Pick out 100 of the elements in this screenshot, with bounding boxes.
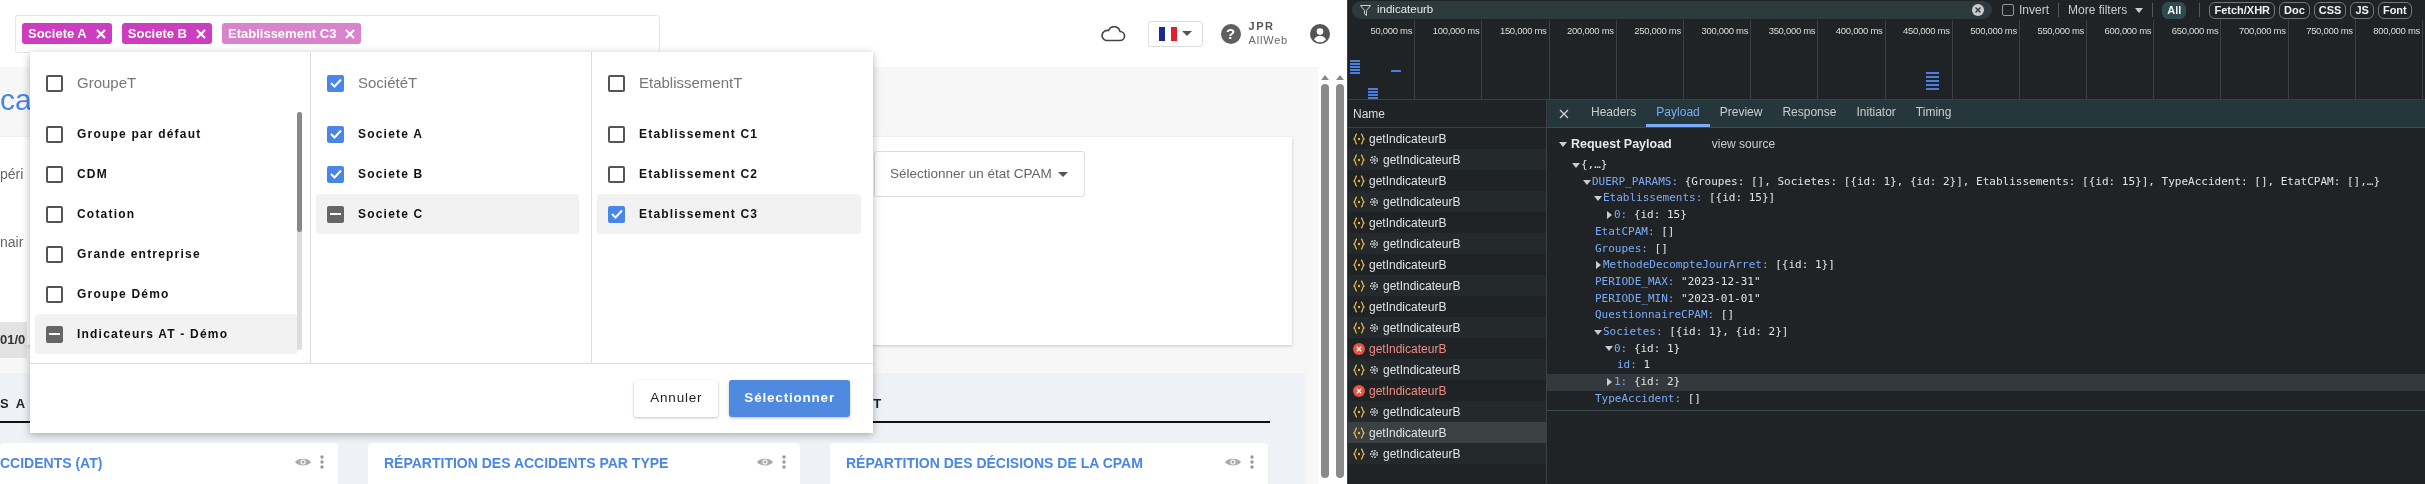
request-row[interactable]: getIndicateurB xyxy=(1348,170,1546,191)
help-button[interactable]: ? xyxy=(1220,23,1241,44)
language-dropdown[interactable] xyxy=(1147,20,1203,47)
payload-line[interactable]: QuestionnaireCPAM: [] xyxy=(1595,307,1735,324)
request-row[interactable]: getIndicateurB xyxy=(1348,401,1546,422)
payload-line[interactable]: 0: {id: 15} xyxy=(1614,207,1687,224)
payload-line[interactable]: TypeAccident: [] xyxy=(1595,390,1701,408)
payload-line[interactable]: 1: {id: 2} xyxy=(1614,374,1681,391)
checkbox[interactable] xyxy=(46,245,63,263)
detail-tab[interactable]: Response xyxy=(1772,100,1847,127)
caret-icon[interactable] xyxy=(1583,179,1591,185)
type-filter[interactable]: Doc xyxy=(2279,1,2310,19)
checkbox[interactable] xyxy=(327,125,344,143)
caret-icon[interactable] xyxy=(1572,162,1580,168)
cloud-icon[interactable] xyxy=(1099,25,1126,42)
option-row[interactable]: Societe C xyxy=(316,194,579,234)
option-row[interactable]: Societe B xyxy=(316,154,579,194)
request-row[interactable]: getIndicateurB xyxy=(1348,317,1546,338)
option-row[interactable]: Grande entreprise xyxy=(35,234,298,274)
request-row[interactable]: getIndicateurB xyxy=(1348,380,1546,401)
option-row[interactable]: Indicateurs AT - Démo xyxy=(35,314,298,354)
caret-icon[interactable] xyxy=(1606,211,1612,220)
payload-line[interactable]: MethodeDecompteJourArret: [{id: 1}] xyxy=(1603,257,1835,274)
detail-tab[interactable]: Preview xyxy=(1709,100,1773,127)
cancel-button[interactable]: Annuler xyxy=(634,380,719,417)
option-row[interactable]: Groupe Démo xyxy=(35,274,298,314)
checkbox[interactable] xyxy=(46,165,63,183)
option-row[interactable]: Etablissement C1 xyxy=(597,114,861,154)
detail-tab[interactable]: Timing xyxy=(1905,100,1962,127)
option-row[interactable]: Cotation xyxy=(35,194,298,234)
option-row[interactable]: Groupe par défaut xyxy=(35,114,298,154)
request-row[interactable]: getIndicateurB xyxy=(1348,212,1546,233)
payload-line[interactable]: Groupes: [] xyxy=(1595,240,1668,258)
type-filter[interactable]: JS xyxy=(2350,1,2374,19)
view-source-link[interactable]: view source xyxy=(1711,135,1776,153)
more-filters-dropdown[interactable]: More filters xyxy=(2068,1,2144,19)
request-row[interactable]: getIndicateurB xyxy=(1348,422,1546,443)
section-tab[interactable]: S A xyxy=(0,394,28,414)
checkbox[interactable] xyxy=(46,125,63,143)
payload-line[interactable]: EtatCPAM: [] xyxy=(1595,223,1675,241)
checkbox[interactable] xyxy=(327,165,344,183)
checkbox[interactable] xyxy=(327,205,344,223)
payload-line[interactable]: 0: {id: 1} xyxy=(1614,340,1681,358)
checkbox[interactable] xyxy=(327,74,344,92)
kebab-menu-icon[interactable] xyxy=(320,455,324,469)
selection-chip[interactable]: Societe A xyxy=(22,23,112,44)
request-row[interactable]: getIndicateurB xyxy=(1348,275,1546,296)
selection-chip[interactable]: Societe B xyxy=(121,23,212,44)
close-icon[interactable] xyxy=(1559,108,1569,119)
request-row[interactable]: getIndicateurB xyxy=(1348,254,1546,275)
request-row[interactable]: getIndicateurB xyxy=(1348,359,1546,380)
checkbox[interactable] xyxy=(46,205,63,223)
option-row[interactable]: Etablissement C3 xyxy=(597,194,861,234)
select-button[interactable]: Sélectionner xyxy=(729,380,850,417)
payload-line[interactable]: {,…} xyxy=(1581,157,1608,174)
option-row[interactable]: CDM xyxy=(35,154,298,194)
date-field[interactable]: 01/0 xyxy=(0,322,28,358)
caret-icon[interactable] xyxy=(1606,378,1612,387)
request-row[interactable]: getIndicateurB xyxy=(1348,128,1546,149)
caret-icon[interactable] xyxy=(1559,141,1567,147)
request-row[interactable]: getIndicateurB xyxy=(1348,296,1546,317)
request-row[interactable]: getIndicateurB xyxy=(1348,191,1546,212)
checkbox[interactable] xyxy=(608,125,625,143)
scrollbar[interactable] xyxy=(297,112,302,350)
checkbox[interactable] xyxy=(608,74,625,92)
checkbox[interactable] xyxy=(46,285,63,303)
option-row[interactable]: Etablissement C2 xyxy=(597,154,861,194)
checkbox[interactable] xyxy=(46,325,63,343)
checkbox[interactable] xyxy=(608,165,625,183)
filter-field[interactable]: indicateurb xyxy=(1352,1,1992,19)
type-filter[interactable]: Fetch/XHR xyxy=(2209,1,2276,19)
cpam-state-select[interactable]: Sélectionner un état CPAM xyxy=(874,151,1085,197)
request-row[interactable]: getIndicateurB xyxy=(1348,443,1546,464)
detail-tab[interactable]: Headers xyxy=(1581,100,1647,127)
payload-line[interactable]: PERIODE_MAX: "2023-12-31" xyxy=(1595,273,1761,291)
payload-line[interactable]: PERIODE_MIN: "2023-01-01" xyxy=(1595,290,1761,308)
checkbox[interactable] xyxy=(46,74,63,92)
chip-input-field[interactable]: Societe A Societe B Etablissement C3 xyxy=(15,14,660,53)
caret-icon[interactable] xyxy=(1595,261,1601,270)
clear-icon[interactable] xyxy=(1972,4,1984,16)
kebab-menu-icon[interactable] xyxy=(782,455,786,469)
user-icon[interactable] xyxy=(1310,23,1330,44)
caret-icon[interactable] xyxy=(1594,196,1602,202)
checkbox[interactable] xyxy=(608,205,625,223)
type-filter[interactable]: All xyxy=(2162,1,2187,19)
detail-tab[interactable]: Initiator xyxy=(1846,100,1906,127)
option-row[interactable]: Societe A xyxy=(316,114,579,154)
payload-line[interactable]: Societes: [{id: 1}, {id: 2}] xyxy=(1603,323,1789,341)
type-filter[interactable]: Font xyxy=(2377,1,2412,19)
request-row[interactable]: getIndicateurB xyxy=(1348,233,1546,254)
checkbox[interactable] xyxy=(2002,4,2014,16)
section-tab[interactable]: T xyxy=(873,394,884,414)
request-row[interactable]: getIndicateurB xyxy=(1348,338,1546,359)
caret-icon[interactable] xyxy=(1594,329,1602,335)
payload-line[interactable]: DUERP_PARAMS: {Groupes: [], Societes: [{id: 1}, {id: 2}], Etablissements: [{id: 15}], TypeAccident: [], EtatCPAM: [],…} xyxy=(1592,173,2381,191)
payload-line[interactable]: Etablissements: [{id: 15}] xyxy=(1603,190,1776,207)
caret-icon[interactable] xyxy=(1605,346,1613,352)
kebab-menu-icon[interactable] xyxy=(1250,455,1254,469)
type-filter[interactable]: CSS xyxy=(2313,1,2347,19)
request-row[interactable]: getIndicateurB xyxy=(1348,149,1546,170)
